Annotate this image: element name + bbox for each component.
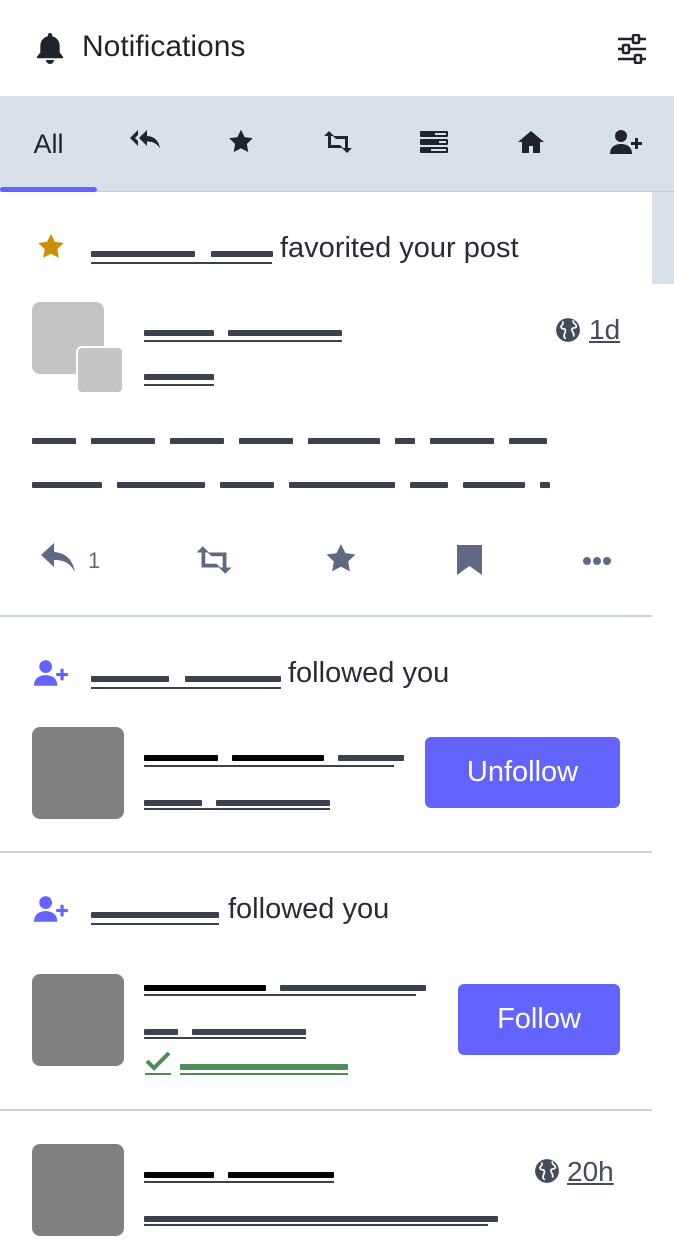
bookmark-icon [456,544,483,581]
scrollbar-track[interactable] [652,192,674,1246]
status-content-redacted-line2 [32,476,550,494]
notification-action-text: followed you [288,657,450,689]
star-icon [324,542,358,580]
tab-favourites[interactable] [193,96,289,192]
account-name-redacted[interactable] [91,906,219,924]
unfollow-button[interactable]: Unfollow [425,737,620,808]
sliders-icon[interactable] [616,33,648,69]
home-icon [517,130,545,159]
avatar[interactable] [32,1144,124,1236]
reply-count: 1 [88,547,101,573]
star-icon [227,128,255,160]
favourite-button[interactable] [324,542,358,580]
user-plus-icon [34,659,70,692]
notification-follow[interactable]: followed you Follow [0,853,652,1111]
notification-status[interactable]: 20h [0,1111,652,1246]
bell-icon [34,31,66,70]
tab-all[interactable]: All [0,96,97,192]
user-plus-icon [34,895,70,928]
ellipsis-icon [582,553,612,571]
column-header: Notifications [0,0,674,96]
notification-action-text: followed you [228,893,390,925]
poll-icon [419,130,449,159]
reply-button[interactable]: 1 [40,542,100,579]
user-plus-icon [609,129,644,160]
mention-reply-icon [129,129,161,160]
boost-icon [322,130,354,159]
avatar-overlay[interactable] [76,346,124,394]
tab-all-label: All [33,128,64,159]
notification-favourite[interactable]: favorited your post 1d 1 [0,192,652,617]
bookmark-button[interactable] [456,544,483,581]
status-content-redacted [32,432,547,450]
tab-boosts[interactable] [289,96,386,192]
tab-polls[interactable] [386,96,482,192]
reply-icon [40,542,78,579]
status-time[interactable]: 1d [589,314,620,346]
scrollbar-thumb[interactable] [652,192,674,284]
globe-icon [555,317,581,348]
notification-filter-tabs: All [0,96,674,192]
avatar[interactable] [32,727,124,819]
status-time[interactable]: 20h [567,1156,614,1188]
tab-statuses[interactable] [482,96,579,192]
page-title: Notifications [82,30,246,63]
tab-follows[interactable] [579,96,674,192]
follow-button[interactable]: Follow [458,984,620,1055]
notification-action-text: favorited your post [280,232,519,264]
more-button[interactable] [582,553,612,571]
account-name-redacted[interactable] [91,670,281,688]
account-name-redacted[interactable] [91,245,273,263]
avatar[interactable] [32,974,124,1066]
boost-icon [193,545,235,580]
star-icon [36,232,66,266]
globe-icon [534,1158,560,1189]
boost-button[interactable] [193,545,235,580]
tab-mentions[interactable] [97,96,193,192]
notification-follow[interactable]: followed you Unfollow [0,617,652,853]
